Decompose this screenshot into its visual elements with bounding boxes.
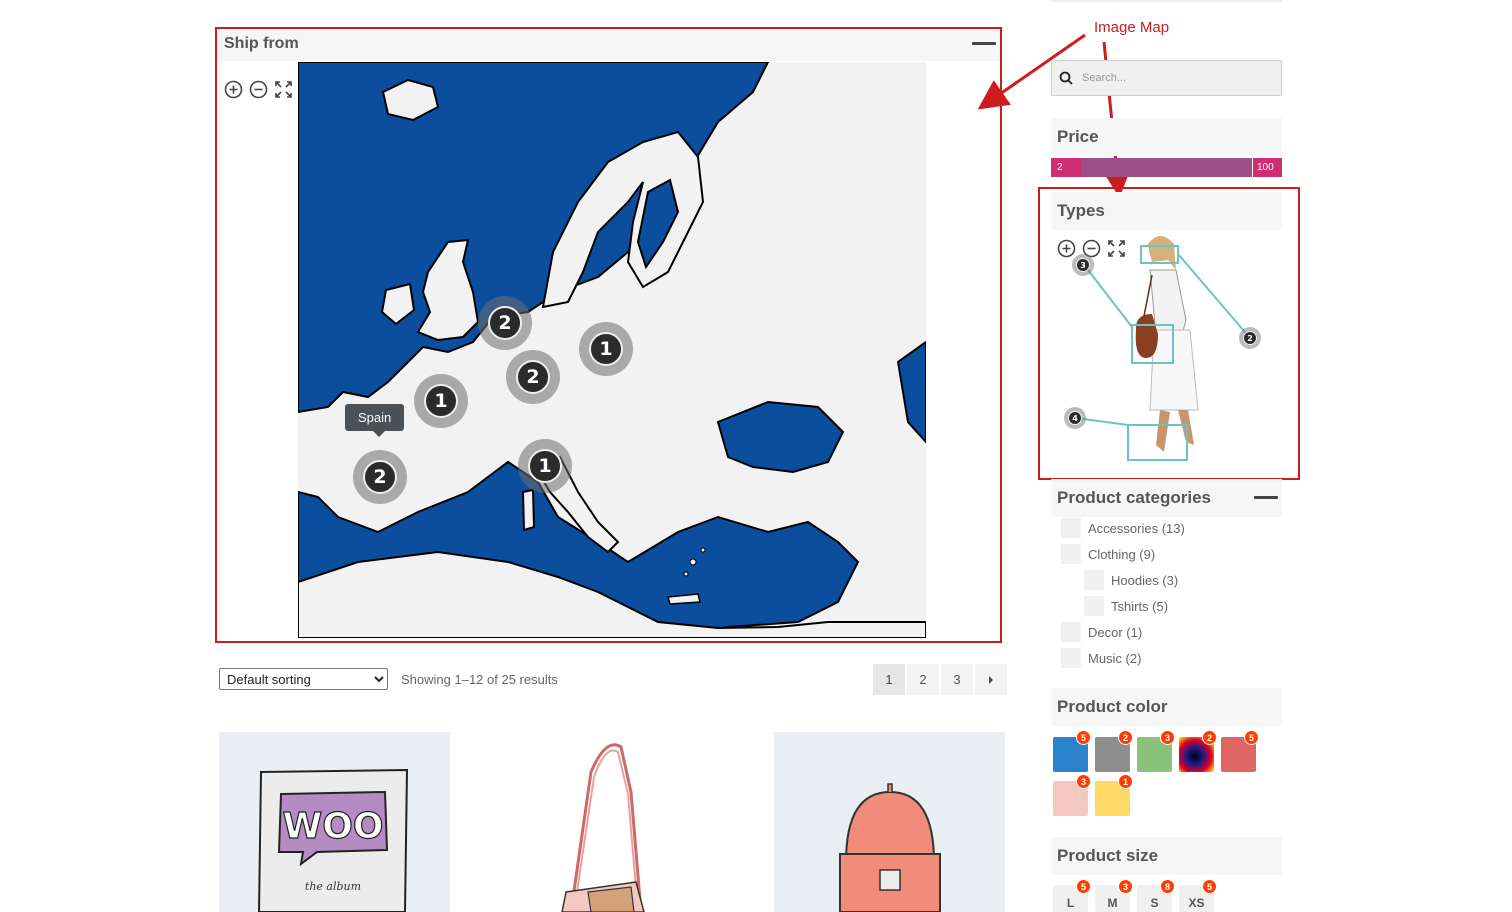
map-cluster-marker[interactable]: 2	[506, 350, 560, 404]
checkbox[interactable]	[1061, 622, 1081, 642]
count-badge: 1	[1118, 774, 1133, 789]
album-title: WOO	[283, 806, 384, 847]
cluster-count: 2	[363, 460, 397, 494]
next-page-button[interactable]	[975, 664, 1007, 695]
cluster-count: 2	[488, 306, 522, 340]
result-count: Showing 1–12 of 25 results	[401, 672, 558, 687]
album-image: WOO the album	[257, 768, 409, 912]
chevron-right-icon	[989, 675, 993, 684]
size-header: Product size	[1051, 837, 1282, 875]
image-map-hotspot[interactable]: 2	[1239, 327, 1261, 349]
product-card-bag[interactable]	[496, 732, 727, 912]
price-max-handle[interactable]: 100	[1252, 158, 1282, 177]
map-zoom-controls	[224, 80, 293, 99]
map-cluster-marker[interactable]: 1	[414, 374, 468, 428]
price-min-handle[interactable]: 2	[1051, 158, 1081, 177]
count-badge: 2	[1202, 730, 1217, 745]
cluster-count: 1	[528, 449, 562, 483]
hotspot-number: 2	[1243, 331, 1257, 345]
image-map-hotspot[interactable]: 4	[1064, 407, 1086, 429]
cluster-count: 1	[589, 332, 623, 366]
count-badge: 5	[1202, 879, 1217, 894]
price-title: Price	[1057, 127, 1099, 146]
categories-title: Product categories	[1057, 488, 1211, 507]
category-label: Tshirts (5)	[1111, 598, 1169, 614]
sort-select[interactable]: Default sorting	[219, 668, 388, 690]
size-title: Product size	[1057, 846, 1159, 865]
beanie-image	[839, 783, 941, 912]
categories-header[interactable]: Product categories	[1051, 479, 1282, 517]
map-cluster-marker[interactable]: 1	[579, 322, 633, 376]
color-title: Product color	[1057, 697, 1168, 716]
search-icon[interactable]	[1059, 71, 1073, 85]
checkbox[interactable]	[1061, 518, 1081, 538]
ship-from-title: Ship from	[224, 35, 299, 52]
collapse-icon[interactable]	[1254, 496, 1278, 499]
zoom-in-icon[interactable]	[224, 80, 243, 99]
count-badge: 2	[1118, 730, 1133, 745]
map-cluster-marker[interactable]: 1	[518, 439, 572, 493]
category-item-hoodies[interactable]: Hoodies (3)	[1084, 570, 1178, 590]
search-input[interactable]	[1082, 61, 1277, 95]
fullscreen-icon[interactable]	[274, 80, 293, 99]
europe-map[interactable]: 2 2 1 1 2 1 Spain	[298, 62, 926, 638]
checkbox[interactable]	[1084, 596, 1104, 616]
album-subtitle: the album	[305, 880, 361, 893]
ship-from-header[interactable]: Ship from	[217, 29, 1000, 61]
category-item-music[interactable]: Music (2)	[1061, 648, 1141, 668]
bag-image	[561, 743, 645, 912]
sidebar-divider	[1051, 0, 1282, 2]
collapse-icon[interactable]	[972, 42, 996, 45]
cluster-count: 2	[516, 360, 550, 394]
pagination: 1 2 3	[873, 664, 1007, 695]
category-label: Hoodies (3)	[1111, 572, 1179, 588]
color-header: Product color	[1051, 688, 1282, 726]
product-card-beanie[interactable]	[774, 732, 1005, 912]
checkbox[interactable]	[1061, 544, 1081, 564]
count-badge: 5	[1076, 730, 1091, 745]
price-slider[interactable]: 2 100	[1051, 158, 1282, 177]
category-label: Accessories (13)	[1088, 520, 1185, 536]
map-cluster-marker[interactable]: 2	[478, 296, 532, 350]
checkbox[interactable]	[1061, 648, 1081, 668]
types-header: Types	[1051, 192, 1282, 230]
category-item-clothing[interactable]: Clothing (9)	[1061, 544, 1155, 564]
category-label: Decor (1)	[1088, 624, 1143, 640]
count-badge: 3	[1076, 774, 1091, 789]
zoom-out-icon[interactable]	[249, 80, 268, 99]
category-label: Clothing (9)	[1088, 546, 1156, 562]
category-item-tshirts[interactable]: Tshirts (5)	[1084, 596, 1168, 616]
price-header: Price	[1051, 118, 1282, 156]
count-badge: 3	[1160, 730, 1175, 745]
hotspot-number: 4	[1068, 411, 1082, 425]
ship-from-widget: Ship from 2 2 1 1 2 1 Spain	[215, 27, 1002, 643]
checkbox[interactable]	[1084, 570, 1104, 590]
image-map-hotspot[interactable]: 3	[1072, 254, 1094, 276]
map-cluster-marker[interactable]: 2	[353, 450, 407, 504]
count-badge: 5	[1244, 730, 1259, 745]
category-item-decor[interactable]: Decor (1)	[1061, 622, 1142, 642]
product-card-album[interactable]: WOO the album	[219, 732, 450, 912]
hotspot-number: 3	[1076, 258, 1090, 272]
count-badge: 8	[1160, 879, 1175, 894]
page-2-button[interactable]: 2	[907, 664, 939, 695]
page-1-button[interactable]: 1	[873, 664, 905, 695]
cluster-count: 1	[424, 384, 458, 418]
category-label: Music (2)	[1088, 650, 1142, 666]
types-title: Types	[1057, 201, 1105, 220]
image-map-annotation-label: Image Map	[1094, 19, 1170, 36]
count-badge: 5	[1076, 879, 1091, 894]
page-3-button[interactable]: 3	[941, 664, 973, 695]
map-tooltip: Spain	[345, 404, 405, 437]
count-badge: 3	[1118, 879, 1133, 894]
category-item-accessories[interactable]: Accessories (13)	[1061, 518, 1185, 538]
search-box	[1051, 60, 1282, 96]
